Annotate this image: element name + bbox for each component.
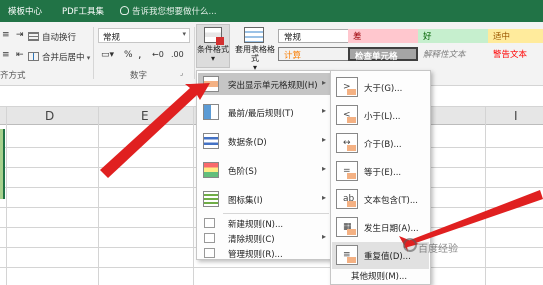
watermark: 百度经验 — [418, 244, 458, 255]
annotation-arrows — [100, 83, 543, 252]
annotation-arrow-1 — [100, 83, 210, 178]
baidu-paw-logo — [403, 238, 417, 252]
